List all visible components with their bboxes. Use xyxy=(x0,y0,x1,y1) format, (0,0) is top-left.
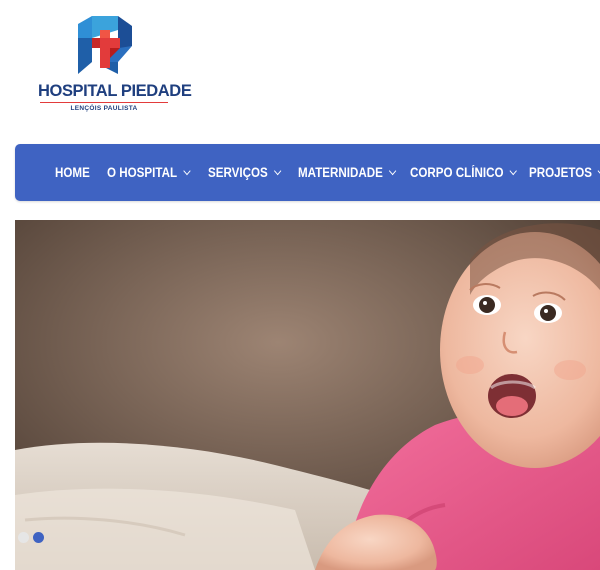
nav-item-o-hospital[interactable]: O HOSPITAL xyxy=(107,144,191,201)
main-navigation: HOME O HOSPITAL SERVIÇOS MATERNIDADE COR… xyxy=(15,144,600,201)
nav-item-label: CORPO CLÍNICO xyxy=(410,165,504,180)
chevron-down-icon xyxy=(509,166,517,176)
nav-item-label: O HOSPITAL xyxy=(107,165,178,180)
logo-divider xyxy=(40,102,168,103)
nav-item-maternidade[interactable]: MATERNIDADE xyxy=(298,144,397,201)
hospital-logo[interactable]: HOSPITAL PIEDADE LENÇÓIS PAULISTA xyxy=(38,16,192,116)
chevron-down-icon xyxy=(182,166,191,176)
smiling-baby-photo xyxy=(15,220,600,570)
hero-slider[interactable] xyxy=(15,220,600,570)
nav-item-projetos[interactable]: PROJETOS xyxy=(529,144,600,201)
slider-dot-2-active[interactable] xyxy=(33,532,44,543)
hospital-city: LENÇÓIS PAULISTA xyxy=(70,105,138,112)
nav-item-label: HOME xyxy=(55,165,90,180)
nav-item-label: SERVIÇOS xyxy=(208,165,268,180)
nav-item-servicos[interactable]: SERVIÇOS xyxy=(208,144,281,201)
nav-item-label: MATERNIDADE xyxy=(298,165,383,180)
nav-item-label: PROJETOS xyxy=(529,165,593,180)
hospital-name: HOSPITAL PIEDADE xyxy=(38,82,192,100)
chevron-down-icon xyxy=(273,166,281,176)
nav-item-home[interactable]: HOME xyxy=(55,144,90,201)
chevron-down-icon xyxy=(388,166,397,176)
slider-dot-1[interactable] xyxy=(18,532,29,543)
hp-logo-mark-icon xyxy=(78,16,132,74)
nav-item-corpo-clinico[interactable]: CORPO CLÍNICO xyxy=(410,144,517,201)
